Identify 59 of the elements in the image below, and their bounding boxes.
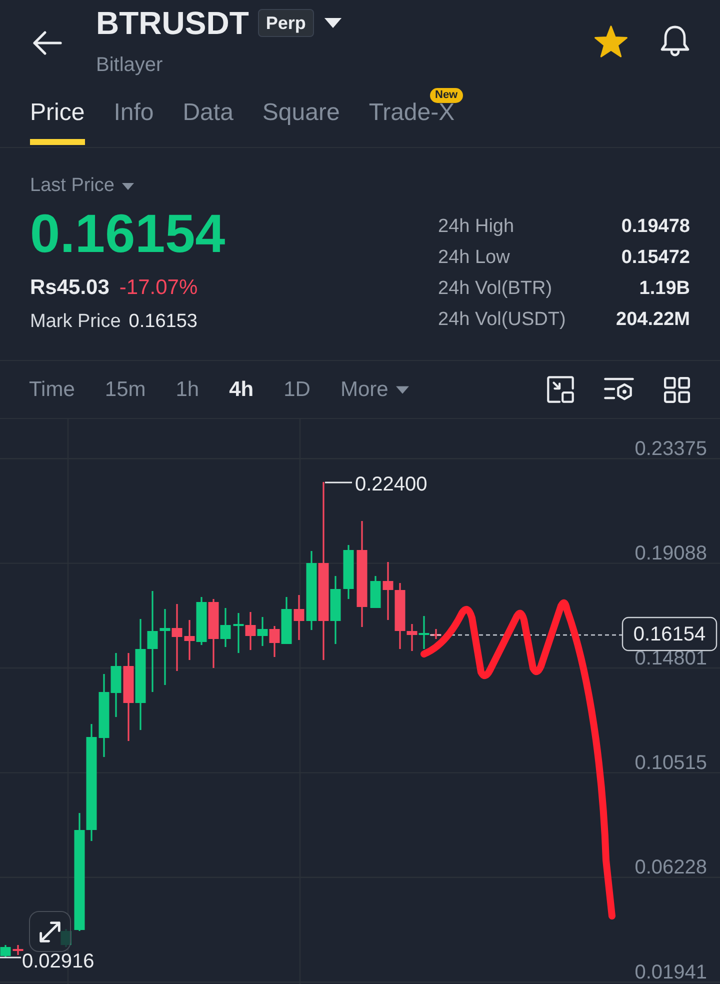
mark-price-label: Mark Price <box>30 310 121 334</box>
candlestick <box>343 545 354 599</box>
window-arrow-icon[interactable] <box>547 376 574 403</box>
price-axis-label: 0.01941 <box>634 961 707 984</box>
stat-label: 24h Vol(BTR) <box>438 277 552 302</box>
expand-icon <box>39 920 61 942</box>
back-arrow-icon[interactable] <box>32 30 62 56</box>
leader-line <box>325 482 352 484</box>
candlestick <box>12 945 24 955</box>
high-price-label: 0.22400 <box>355 473 428 496</box>
interval-tab[interactable]: 1h <box>176 376 200 404</box>
candlestick <box>257 617 268 646</box>
price-axis-label: 0.19088 <box>634 542 707 565</box>
price-axis-label: 0.06228 <box>634 856 707 879</box>
interval-tab[interactable]: 4h <box>229 376 254 404</box>
interval-tab[interactable]: 15m <box>104 376 146 404</box>
stat-label: 24h Vol(USDT) <box>438 308 566 332</box>
stat-value: 204.22M <box>616 308 690 332</box>
price-change-percent: -17.07% <box>119 275 198 302</box>
price-axis-label: 0.10515 <box>634 752 707 774</box>
contract-type-badge: Perp <box>258 9 314 37</box>
last-price-value: 0.16154 <box>30 204 226 264</box>
interval-tab[interactable]: 1D <box>284 376 310 404</box>
mark-price-value: 0.16153 <box>128 310 198 334</box>
candlestick <box>370 576 381 608</box>
tab[interactable]: Info <box>114 86 154 145</box>
candlestick <box>172 604 182 671</box>
pair-title: BTRUSDT <box>96 4 249 43</box>
stat-value: 0.15472 <box>621 246 690 270</box>
candlestick <box>382 562 394 620</box>
more-intervals-menu[interactable]: More <box>340 376 388 404</box>
candlestick <box>110 653 122 717</box>
star-icon[interactable] <box>594 25 628 58</box>
interval-tab[interactable]: Time <box>29 376 75 404</box>
expand-button[interactable] <box>29 911 71 952</box>
caret-down-icon[interactable] <box>324 18 342 28</box>
tab[interactable]: Price <box>30 86 85 145</box>
candlestick <box>184 620 195 660</box>
leader-line <box>0 956 21 958</box>
stat-value: 1.19B <box>639 277 690 302</box>
tab[interactable]: Data <box>182 86 234 145</box>
last-price-label: Last Price <box>30 174 114 198</box>
candlestick <box>0 945 11 958</box>
candlestick <box>245 612 256 650</box>
price-axis-label: 0.23375 <box>634 438 707 460</box>
low-price-label: 0.02916 <box>22 950 94 972</box>
pair-subtitle: Bitlayer <box>96 53 163 78</box>
stat-value: 0.19478 <box>621 215 690 240</box>
stat-label: 24h Low <box>438 246 510 270</box>
new-badge: New <box>430 88 463 103</box>
lines-hexagon-icon[interactable] <box>604 376 634 402</box>
tab[interactable]: Square <box>262 86 340 145</box>
grid-icon[interactable] <box>664 376 690 402</box>
candlestick <box>294 595 304 640</box>
local-currency-price: Rs45.03 <box>30 275 110 302</box>
candlestick <box>233 613 244 653</box>
stat-label: 24h High <box>438 215 514 240</box>
bell-icon[interactable] <box>660 25 690 58</box>
current-price-tag: 0.16154 <box>622 616 718 652</box>
